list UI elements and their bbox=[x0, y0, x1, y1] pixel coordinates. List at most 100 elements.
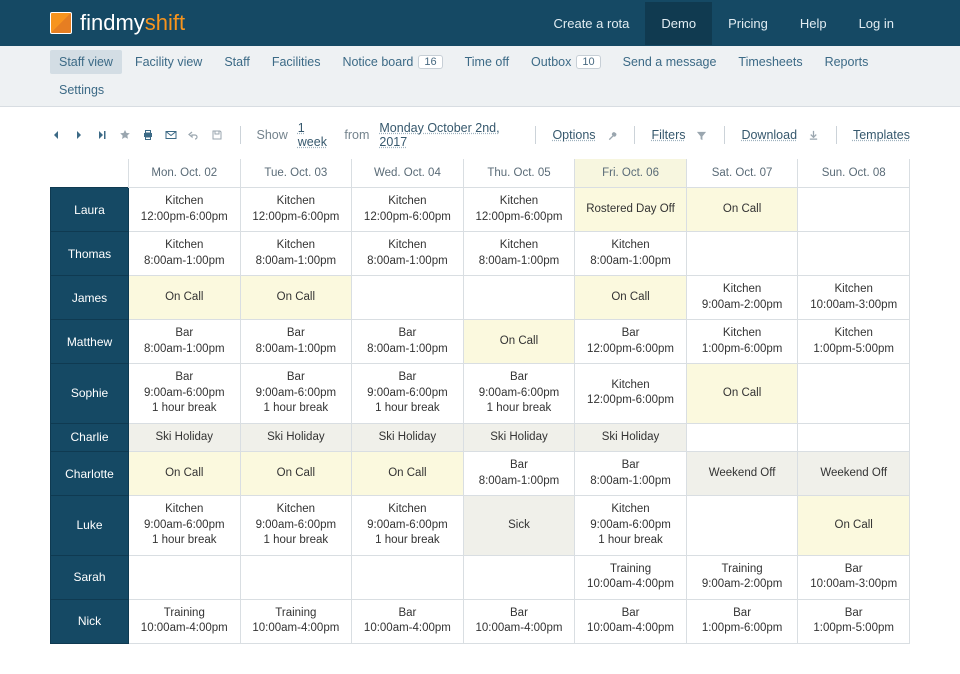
prev-icon[interactable] bbox=[50, 128, 63, 142]
day-header[interactable]: Wed. Oct. 04 bbox=[352, 159, 464, 188]
shift-cell[interactable] bbox=[798, 423, 910, 452]
templates-link[interactable]: Templates bbox=[853, 128, 910, 142]
shift-cell[interactable]: Kitchen12:00pm-6:00pm bbox=[129, 188, 241, 232]
shift-cell[interactable]: Kitchen9:00am-2:00pm bbox=[686, 276, 798, 320]
nav-login[interactable]: Log in bbox=[843, 2, 910, 45]
tab-facilities[interactable]: Facilities bbox=[263, 50, 330, 74]
staff-name-cell[interactable]: James bbox=[51, 276, 129, 320]
shift-cell[interactable]: Kitchen8:00am-1:00pm bbox=[575, 232, 687, 276]
shift-cell[interactable]: On Call bbox=[240, 276, 352, 320]
shift-cell[interactable]: Kitchen12:00pm-6:00pm bbox=[240, 188, 352, 232]
tab-reports[interactable]: Reports bbox=[816, 50, 878, 74]
tab-staff-view[interactable]: Staff view bbox=[50, 50, 122, 74]
shift-cell[interactable]: Kitchen9:00am-6:00pm1 hour break bbox=[240, 496, 352, 556]
shift-cell[interactable]: Kitchen8:00am-1:00pm bbox=[240, 232, 352, 276]
shift-cell[interactable] bbox=[240, 555, 352, 599]
tab-outbox[interactable]: Outbox 10 bbox=[522, 50, 610, 74]
save-icon[interactable] bbox=[211, 128, 224, 142]
filters-link[interactable]: Filters bbox=[651, 128, 685, 142]
shift-cell[interactable] bbox=[798, 232, 910, 276]
staff-name-cell[interactable]: Laura bbox=[51, 188, 129, 232]
shift-cell[interactable]: Bar10:00am-4:00pm bbox=[575, 599, 687, 643]
undo-icon[interactable] bbox=[188, 128, 201, 142]
shift-cell[interactable]: Bar8:00am-1:00pm bbox=[129, 320, 241, 364]
shift-cell[interactable]: Ski Holiday bbox=[575, 423, 687, 452]
shift-cell[interactable]: Bar8:00am-1:00pm bbox=[575, 452, 687, 496]
day-header[interactable]: Sat. Oct. 07 bbox=[686, 159, 798, 188]
shift-cell[interactable]: Bar9:00am-6:00pm1 hour break bbox=[463, 364, 575, 424]
mail-icon[interactable] bbox=[165, 128, 178, 142]
day-header[interactable]: Fri. Oct. 06 bbox=[575, 159, 687, 188]
next-icon[interactable] bbox=[73, 128, 86, 142]
range-selector[interactable]: 1 week bbox=[298, 121, 335, 149]
shift-cell[interactable]: Bar10:00am-4:00pm bbox=[352, 599, 464, 643]
star-icon[interactable] bbox=[119, 128, 132, 142]
date-selector[interactable]: Monday October 2nd, 2017 bbox=[379, 121, 519, 149]
shift-cell[interactable]: On Call bbox=[129, 452, 241, 496]
shift-cell[interactable]: Kitchen8:00am-1:00pm bbox=[129, 232, 241, 276]
shift-cell[interactable]: Ski Holiday bbox=[463, 423, 575, 452]
staff-name-cell[interactable]: Thomas bbox=[51, 232, 129, 276]
staff-name-cell[interactable]: Nick bbox=[51, 599, 129, 643]
download-link[interactable]: Download bbox=[741, 128, 797, 142]
shift-cell[interactable]: Kitchen12:00pm-6:00pm bbox=[575, 364, 687, 424]
day-header[interactable]: Mon. Oct. 02 bbox=[129, 159, 241, 188]
shift-cell[interactable]: Training10:00am-4:00pm bbox=[129, 599, 241, 643]
shift-cell[interactable]: Training10:00am-4:00pm bbox=[575, 555, 687, 599]
shift-cell[interactable]: Kitchen9:00am-6:00pm1 hour break bbox=[129, 496, 241, 556]
nav-demo[interactable]: Demo bbox=[645, 2, 712, 45]
staff-name-cell[interactable]: Sarah bbox=[51, 555, 129, 599]
shift-cell[interactable]: Bar10:00am-4:00pm bbox=[463, 599, 575, 643]
shift-cell[interactable]: Bar1:00pm-5:00pm bbox=[798, 599, 910, 643]
shift-cell[interactable]: Kitchen9:00am-6:00pm1 hour break bbox=[575, 496, 687, 556]
shift-cell[interactable]: On Call bbox=[686, 364, 798, 424]
shift-cell[interactable]: Rostered Day Off bbox=[575, 188, 687, 232]
shift-cell[interactable]: Bar8:00am-1:00pm bbox=[352, 320, 464, 364]
shift-cell[interactable]: On Call bbox=[575, 276, 687, 320]
tab-facility-view[interactable]: Facility view bbox=[126, 50, 211, 74]
tab-staff[interactable]: Staff bbox=[215, 50, 258, 74]
tab-settings[interactable]: Settings bbox=[50, 78, 113, 102]
shift-cell[interactable]: Sick bbox=[463, 496, 575, 556]
tab-notice-board[interactable]: Notice board 16 bbox=[333, 50, 451, 74]
staff-name-cell[interactable]: Charlie bbox=[51, 423, 129, 452]
day-header[interactable]: Tue. Oct. 03 bbox=[240, 159, 352, 188]
shift-cell[interactable] bbox=[129, 555, 241, 599]
shift-cell[interactable]: Kitchen12:00pm-6:00pm bbox=[463, 188, 575, 232]
tab-timesheets[interactable]: Timesheets bbox=[729, 50, 811, 74]
shift-cell[interactable]: Kitchen1:00pm-6:00pm bbox=[686, 320, 798, 364]
staff-name-cell[interactable]: Charlotte bbox=[51, 452, 129, 496]
shift-cell[interactable]: Bar1:00pm-6:00pm bbox=[686, 599, 798, 643]
shift-cell[interactable]: Kitchen9:00am-6:00pm1 hour break bbox=[352, 496, 464, 556]
shift-cell[interactable]: On Call bbox=[463, 320, 575, 364]
shift-cell[interactable]: Kitchen8:00am-1:00pm bbox=[463, 232, 575, 276]
shift-cell[interactable]: On Call bbox=[352, 452, 464, 496]
shift-cell[interactable] bbox=[798, 188, 910, 232]
shift-cell[interactable]: Ski Holiday bbox=[129, 423, 241, 452]
staff-name-cell[interactable]: Sophie bbox=[51, 364, 129, 424]
shift-cell[interactable]: On Call bbox=[240, 452, 352, 496]
day-header[interactable]: Thu. Oct. 05 bbox=[463, 159, 575, 188]
day-header[interactable]: Sun. Oct. 08 bbox=[798, 159, 910, 188]
staff-name-cell[interactable]: Luke bbox=[51, 496, 129, 556]
nav-create-rota[interactable]: Create a rota bbox=[538, 2, 646, 45]
shift-cell[interactable]: Bar10:00am-3:00pm bbox=[798, 555, 910, 599]
shift-cell[interactable]: Ski Holiday bbox=[240, 423, 352, 452]
shift-cell[interactable]: Bar8:00am-1:00pm bbox=[463, 452, 575, 496]
shift-cell[interactable]: On Call bbox=[798, 496, 910, 556]
shift-cell[interactable] bbox=[352, 276, 464, 320]
tab-time-off[interactable]: Time off bbox=[456, 50, 518, 74]
shift-cell[interactable]: Weekend Off bbox=[798, 452, 910, 496]
shift-cell[interactable]: Kitchen12:00pm-6:00pm bbox=[352, 188, 464, 232]
shift-cell[interactable]: Kitchen8:00am-1:00pm bbox=[352, 232, 464, 276]
shift-cell[interactable] bbox=[798, 364, 910, 424]
shift-cell[interactable] bbox=[463, 276, 575, 320]
shift-cell[interactable] bbox=[686, 496, 798, 556]
shift-cell[interactable] bbox=[463, 555, 575, 599]
shift-cell[interactable]: Weekend Off bbox=[686, 452, 798, 496]
nav-pricing[interactable]: Pricing bbox=[712, 2, 784, 45]
skip-icon[interactable] bbox=[96, 128, 109, 142]
options-link[interactable]: Options bbox=[552, 128, 595, 142]
staff-name-cell[interactable]: Matthew bbox=[51, 320, 129, 364]
shift-cell[interactable]: Bar8:00am-1:00pm bbox=[240, 320, 352, 364]
